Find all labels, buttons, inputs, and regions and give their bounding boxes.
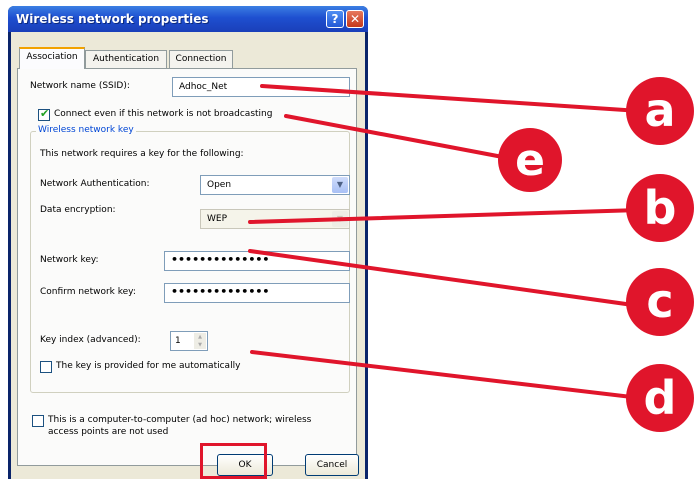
annotation-overlay: a e b c d xyxy=(248,77,694,432)
annotation-label-b: b xyxy=(644,181,677,235)
annotation-line-a xyxy=(260,84,642,113)
annotation-label-e: e xyxy=(515,135,545,186)
annotation-label-d: d xyxy=(644,371,677,425)
annotation-line-e xyxy=(284,114,510,160)
annotation-line-d xyxy=(250,350,642,400)
annotation-label-a: a xyxy=(644,83,675,137)
annotation-line-c xyxy=(248,249,642,308)
tab-association[interactable]: Association xyxy=(19,47,85,69)
annotation-label-c: c xyxy=(646,274,673,328)
annotation-line-b xyxy=(248,208,642,224)
